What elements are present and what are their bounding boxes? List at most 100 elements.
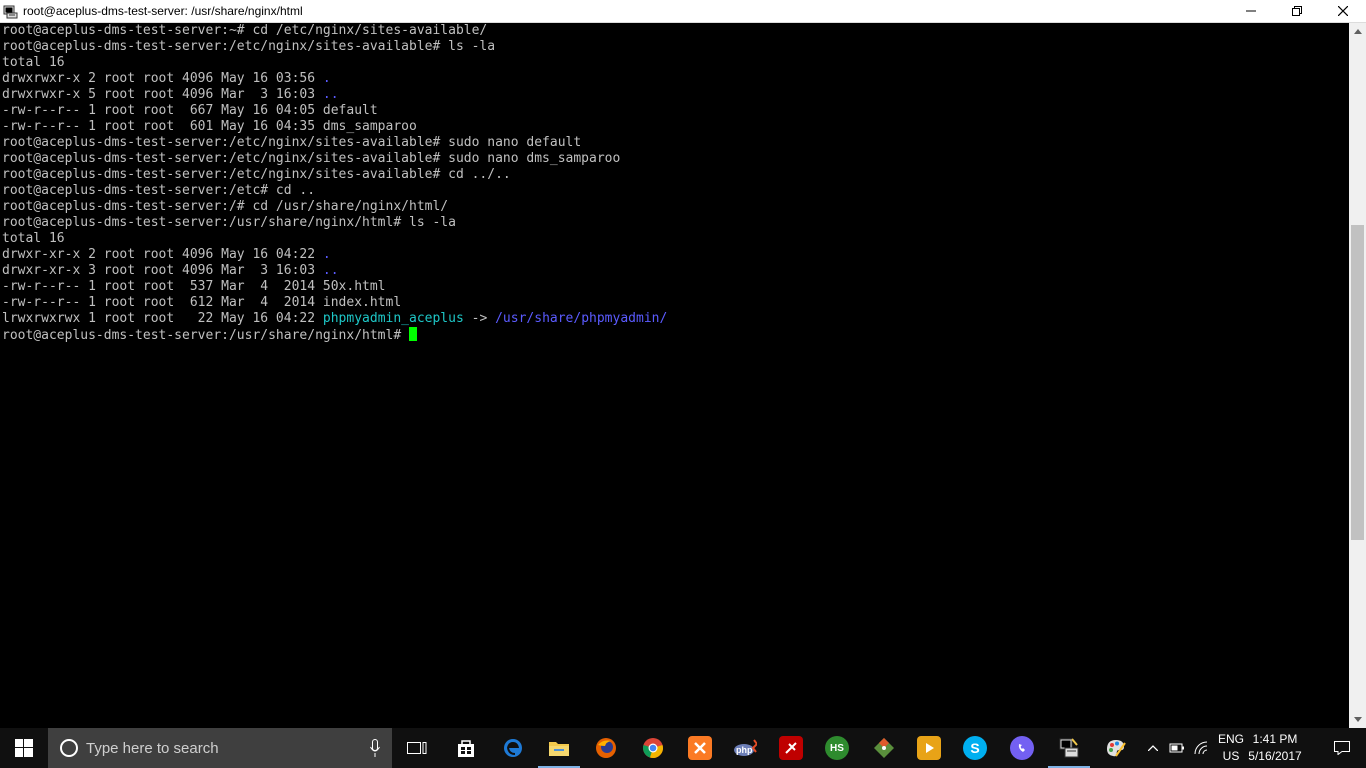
terminal-text: -> [463, 311, 496, 326]
terminal-line: -rw-r--r-- 1 root root 537 Mar 4 2014 50… [2, 279, 1349, 295]
task-view-icon [405, 736, 429, 760]
action-center-button[interactable] [1318, 728, 1366, 768]
git-icon [872, 736, 896, 760]
putty-taskbar-button[interactable] [1046, 728, 1092, 768]
skype-taskbar-button[interactable]: S [952, 728, 998, 768]
terminal-text: drwxr-xr-x 3 root root 4096 Mar 3 16:03 [2, 263, 323, 278]
terminal-line: root@aceplus-dms-test-server:~# cd /etc/… [2, 23, 1349, 39]
store-taskbar-button[interactable] [443, 728, 489, 768]
taskbar: Type here to search php HS S ENG US 1:41 P… [0, 728, 1366, 768]
terminal-text: drwxr-xr-x 2 root root 4096 May 16 04:22 [2, 247, 323, 262]
notification-icon [1334, 741, 1350, 755]
terminal-text: root@aceplus-dms-test-server:/etc/nginx/… [2, 167, 511, 182]
directory-name: . [322, 71, 331, 86]
svg-text:php: php [736, 745, 753, 755]
paint-icon [1103, 736, 1127, 760]
terminal-line: drwxr-xr-x 3 root root 4096 Mar 3 16:03 … [2, 263, 1349, 279]
terminal-text: total 16 [2, 55, 65, 70]
terminal-line: root@aceplus-dms-test-server:/usr/share/… [2, 215, 1349, 231]
edge-taskbar-button[interactable] [490, 728, 536, 768]
terminal-line: lrwxrwxrwx 1 root root 22 May 16 04:22 p… [2, 311, 1349, 327]
terminal-output[interactable]: root@aceplus-dms-test-server:~# cd /etc/… [0, 23, 1349, 728]
wifi-icon [1194, 741, 1208, 755]
terminal-line: total 16 [2, 55, 1349, 71]
viber-icon [1010, 736, 1034, 760]
terminal-text: root@aceplus-dms-test-server:/etc# cd .. [2, 183, 316, 198]
taskbar-search-box[interactable]: Type here to search [48, 728, 392, 768]
directory-name: .. [322, 263, 339, 278]
search-placeholder: Type here to search [86, 739, 219, 757]
xampp-icon [688, 736, 712, 760]
terminal-window: root@aceplus-dms-test-server: /usr/share… [0, 0, 1366, 728]
terminal-line: drwxrwxr-x 2 root root 4096 May 16 03:56… [2, 71, 1349, 87]
battery-tray-icon[interactable] [1166, 728, 1188, 768]
putty-icon [1057, 736, 1081, 760]
start-button[interactable] [0, 728, 48, 768]
wifi-tray-icon[interactable] [1190, 728, 1212, 768]
minimize-icon [1246, 10, 1256, 12]
git-taskbar-button[interactable] [861, 728, 907, 768]
scrollbar-thumb[interactable] [1351, 224, 1364, 541]
terminal-line: root@aceplus-dms-test-server:/etc/nginx/… [2, 151, 1349, 167]
terminal-line: drwxr-xr-x 2 root root 4096 May 16 04:22… [2, 247, 1349, 263]
viber-taskbar-button[interactable] [999, 728, 1045, 768]
scroll-up-button[interactable] [1349, 23, 1366, 40]
heidisql-taskbar-button[interactable]: HS [814, 728, 860, 768]
edge-icon [501, 736, 525, 760]
terminal-text: total 16 [2, 231, 65, 246]
terminal-text: root@aceplus-dms-test-server:/usr/share/… [2, 215, 456, 230]
xampp-taskbar-button[interactable] [677, 728, 723, 768]
title-bar[interactable]: root@aceplus-dms-test-server: /usr/share… [0, 0, 1366, 23]
windows-logo-icon [15, 739, 33, 757]
restore-button[interactable] [1274, 0, 1320, 22]
firefox-taskbar-button[interactable] [583, 728, 629, 768]
terminal-line: root@aceplus-dms-test-server:/etc/nginx/… [2, 39, 1349, 55]
terminal-text: root@aceplus-dms-test-server:~# cd /etc/… [2, 23, 488, 38]
chrome-taskbar-button[interactable] [630, 728, 676, 768]
terminal-text: root@aceplus-dms-test-server:/usr/share/… [2, 328, 409, 343]
chevron-up-icon [1353, 29, 1362, 34]
paint-taskbar-button[interactable] [1092, 728, 1138, 768]
terminal-text: -rw-r--r-- 1 root root 537 Mar 4 2014 50… [2, 279, 386, 294]
media-player-taskbar-button[interactable] [906, 728, 952, 768]
skype-icon: S [963, 736, 987, 760]
terminal-text: drwxrwxr-x 5 root root 4096 Mar 3 16:03 [2, 87, 323, 102]
filezilla-icon [779, 736, 803, 760]
chrome-icon [641, 736, 665, 760]
filezilla-taskbar-button[interactable] [768, 728, 814, 768]
terminal-text: root@aceplus-dms-test-server:/etc/nginx/… [2, 135, 582, 150]
terminal-line: root@aceplus-dms-test-server:/usr/share/… [2, 327, 1349, 343]
restore-icon [1292, 6, 1302, 16]
symlink-name: phpmyadmin_aceplus [322, 311, 464, 326]
terminal-line: drwxrwxr-x 5 root root 4096 Mar 3 16:03 … [2, 87, 1349, 103]
clock[interactable]: 1:41 PM 5/16/2017 [1240, 728, 1310, 768]
terminal-line: -rw-r--r-- 1 root root 667 May 16 04:05 … [2, 103, 1349, 119]
directory-name: .. [322, 87, 339, 102]
terminal-text: root@aceplus-dms-test-server:/etc/nginx/… [2, 39, 496, 54]
terminal-line: root@aceplus-dms-test-server:/etc/nginx/… [2, 167, 1349, 183]
close-button[interactable] [1320, 0, 1366, 22]
terminal-text: -rw-r--r-- 1 root root 612 Mar 4 2014 in… [2, 295, 402, 310]
chevron-up-icon [1148, 745, 1158, 751]
php-icon: php [733, 736, 757, 760]
minimize-button[interactable] [1228, 0, 1274, 22]
file-explorer-icon [547, 736, 571, 760]
terminal-line: root@aceplus-dms-test-server:/etc/nginx/… [2, 135, 1349, 151]
terminal-cursor [409, 327, 417, 341]
firefox-icon [594, 736, 618, 760]
php-taskbar-button[interactable]: php [722, 728, 768, 768]
show-hidden-icons-button[interactable] [1140, 728, 1166, 768]
file-explorer-taskbar-button[interactable] [536, 728, 582, 768]
microphone-icon[interactable] [370, 739, 380, 757]
task-view-taskbar-button[interactable] [394, 728, 440, 768]
heidisql-icon: HS [825, 736, 849, 760]
terminal-line: -rw-r--r-- 1 root root 612 Mar 4 2014 in… [2, 295, 1349, 311]
terminal-line: root@aceplus-dms-test-server:/# cd /usr/… [2, 199, 1349, 215]
media-player-icon [917, 736, 941, 760]
directory-name: . [322, 247, 331, 262]
terminal-text: -rw-r--r-- 1 root root 601 May 16 04:35 … [2, 119, 417, 134]
scroll-down-button[interactable] [1349, 711, 1366, 728]
vertical-scrollbar[interactable] [1349, 23, 1366, 728]
terminal-line: total 16 [2, 231, 1349, 247]
store-icon [454, 736, 478, 760]
